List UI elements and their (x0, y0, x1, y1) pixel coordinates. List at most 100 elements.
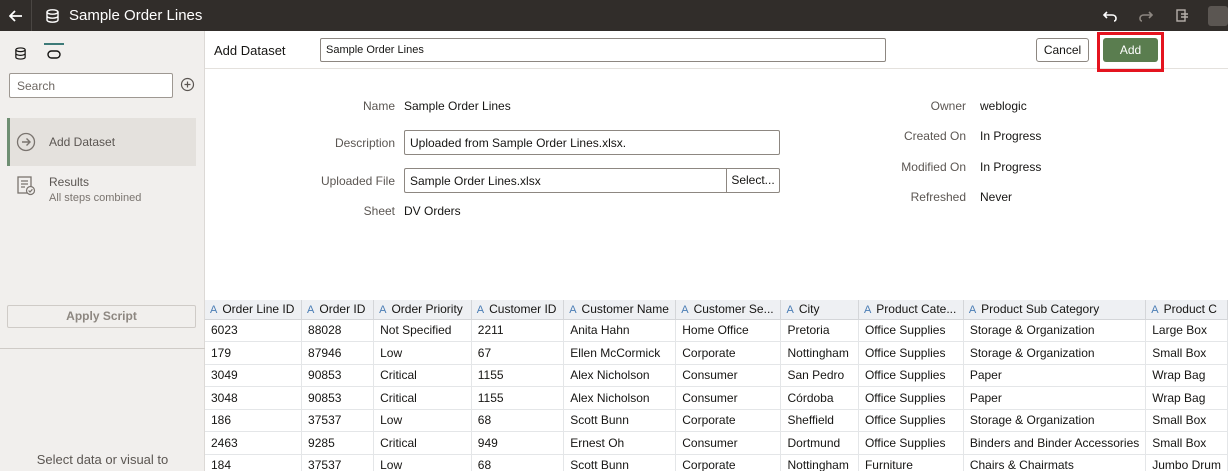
table-cell[interactable]: Office Supplies (858, 386, 964, 410)
column-header[interactable]: A Customer Se... (675, 300, 782, 320)
table-cell[interactable]: Small Box (1145, 431, 1228, 455)
table-cell[interactable]: 90853 (301, 386, 375, 410)
column-header[interactable]: A Product Sub Category (963, 300, 1147, 320)
table-cell[interactable]: Low (373, 341, 472, 365)
description-input[interactable]: Uploaded from Sample Order Lines.xlsx. (404, 130, 780, 155)
table-cell[interactable]: 949 (471, 431, 565, 455)
table-cell[interactable]: Scott Bunn (563, 454, 677, 471)
table-cell[interactable]: Pretoria (780, 319, 859, 342)
add-button[interactable]: Add (1103, 38, 1158, 62)
table-cell[interactable]: Low (373, 409, 472, 432)
table-cell[interactable]: San Pedro (780, 364, 859, 387)
table-cell[interactable]: Office Supplies (858, 319, 964, 342)
table-cell[interactable]: Office Supplies (858, 431, 964, 455)
dataset-name-input[interactable]: Sample Order Lines (320, 38, 886, 62)
table-cell[interactable]: 2211 (471, 319, 565, 342)
table-cell[interactable]: Wrap Bag (1145, 364, 1228, 387)
table-cell[interactable]: 2463 (205, 431, 303, 455)
left-panel: Search Add Dataset Results All steps com… (0, 31, 205, 471)
table-cell[interactable]: Consumer (675, 386, 782, 410)
apply-script-button[interactable]: Apply Script (7, 305, 196, 328)
table-cell[interactable]: Not Specified (373, 319, 472, 342)
column-header[interactable]: A Order ID (301, 300, 375, 320)
table-cell[interactable]: Corporate (675, 341, 782, 365)
table-cell[interactable]: Sheffield (780, 409, 859, 432)
redo-icon[interactable] (1128, 0, 1164, 31)
table-cell[interactable]: Chairs & Chairmats (963, 454, 1147, 471)
column-header[interactable]: A Order Priority (373, 300, 472, 320)
table-cell[interactable]: 1155 (471, 386, 565, 410)
table-cell[interactable]: 68 (471, 409, 565, 432)
steps-tab-icon[interactable] (44, 43, 64, 63)
text-type-icon: A (379, 304, 387, 317)
add-circle-icon[interactable] (180, 77, 195, 92)
table-cell[interactable]: 9285 (301, 431, 375, 455)
table-cell[interactable]: 6023 (205, 319, 303, 342)
table-cell[interactable]: Binders and Binder Accessories (963, 431, 1147, 455)
table-cell[interactable]: 87946 (301, 341, 375, 365)
table-cell[interactable]: Critical (373, 364, 472, 387)
table-cell[interactable]: Furniture (858, 454, 964, 471)
table-cell[interactable]: Low (373, 454, 472, 471)
table-cell[interactable]: 179 (205, 341, 303, 365)
step-results[interactable]: Results All steps combined (7, 175, 196, 215)
table-cell[interactable]: 184 (205, 454, 303, 471)
created-on-label: Created On (903, 129, 966, 143)
column-header[interactable]: A Customer ID (471, 300, 565, 320)
preview-icon[interactable] (1164, 0, 1200, 31)
table-cell[interactable]: Paper (963, 386, 1147, 410)
search-input[interactable]: Search (9, 73, 173, 98)
table-cell[interactable]: Wrap Bag (1145, 386, 1228, 410)
table-cell[interactable]: Office Supplies (858, 364, 964, 387)
table-cell[interactable]: Storage & Organization (963, 409, 1147, 432)
table-cell[interactable]: Dortmund (780, 431, 859, 455)
table-cell[interactable]: Alex Nicholson (563, 386, 677, 410)
table-cell[interactable]: Storage & Organization (963, 341, 1147, 365)
table-cell[interactable]: Córdoba (780, 386, 859, 410)
table-cell[interactable]: 1155 (471, 364, 565, 387)
table-cell[interactable]: Nottingham (780, 341, 859, 365)
table-cell[interactable]: Home Office (675, 319, 782, 342)
table-cell[interactable]: Paper (963, 364, 1147, 387)
table-cell[interactable]: Anita Hahn (563, 319, 677, 342)
column-header[interactable]: A City (780, 300, 859, 320)
column-header[interactable]: A Customer Name (563, 300, 677, 320)
column-header[interactable]: A Product Cate... (858, 300, 964, 320)
table-cell[interactable]: Consumer (675, 364, 782, 387)
table-cell[interactable]: Ellen McCormick (563, 341, 677, 365)
table-cell[interactable]: 67 (471, 341, 565, 365)
table-cell[interactable]: 37537 (301, 409, 375, 432)
user-avatar[interactable] (1208, 5, 1228, 26)
table-cell[interactable]: Small Box (1145, 409, 1228, 432)
table-cell[interactable]: Critical (373, 431, 472, 455)
table-cell[interactable]: 186 (205, 409, 303, 432)
table-cell[interactable]: Scott Bunn (563, 409, 677, 432)
table-cell[interactable]: 37537 (301, 454, 375, 471)
table-cell[interactable]: Nottingham (780, 454, 859, 471)
table-cell[interactable]: Critical (373, 386, 472, 410)
table-cell[interactable]: 90853 (301, 364, 375, 387)
data-tab-database-icon[interactable] (10, 43, 30, 63)
table-cell[interactable]: Large Box (1145, 319, 1228, 342)
table-cell[interactable]: Alex Nicholson (563, 364, 677, 387)
cancel-button[interactable]: Cancel (1036, 38, 1089, 62)
table-cell[interactable]: Jumbo Drum (1145, 454, 1228, 471)
table-cell[interactable]: Corporate (675, 409, 782, 432)
table-cell[interactable]: 68 (471, 454, 565, 471)
undo-icon[interactable] (1092, 0, 1128, 31)
table-cell[interactable]: Small Box (1145, 341, 1228, 365)
table-cell[interactable]: Corporate (675, 454, 782, 471)
table-cell[interactable]: Ernest Oh (563, 431, 677, 455)
table-cell[interactable]: Office Supplies (858, 341, 964, 365)
table-cell[interactable]: Storage & Organization (963, 319, 1147, 342)
table-cell[interactable]: Office Supplies (858, 409, 964, 432)
step-add-dataset[interactable]: Add Dataset (7, 118, 196, 166)
back-arrow-icon[interactable] (0, 0, 32, 31)
column-header[interactable]: A Product C (1145, 300, 1228, 320)
table-cell[interactable]: 88028 (301, 319, 375, 342)
select-file-button[interactable]: Select... (726, 168, 780, 193)
column-header[interactable]: A Order Line ID (205, 300, 303, 320)
table-cell[interactable]: 3048 (205, 386, 303, 410)
table-cell[interactable]: 3049 (205, 364, 303, 387)
table-cell[interactable]: Consumer (675, 431, 782, 455)
